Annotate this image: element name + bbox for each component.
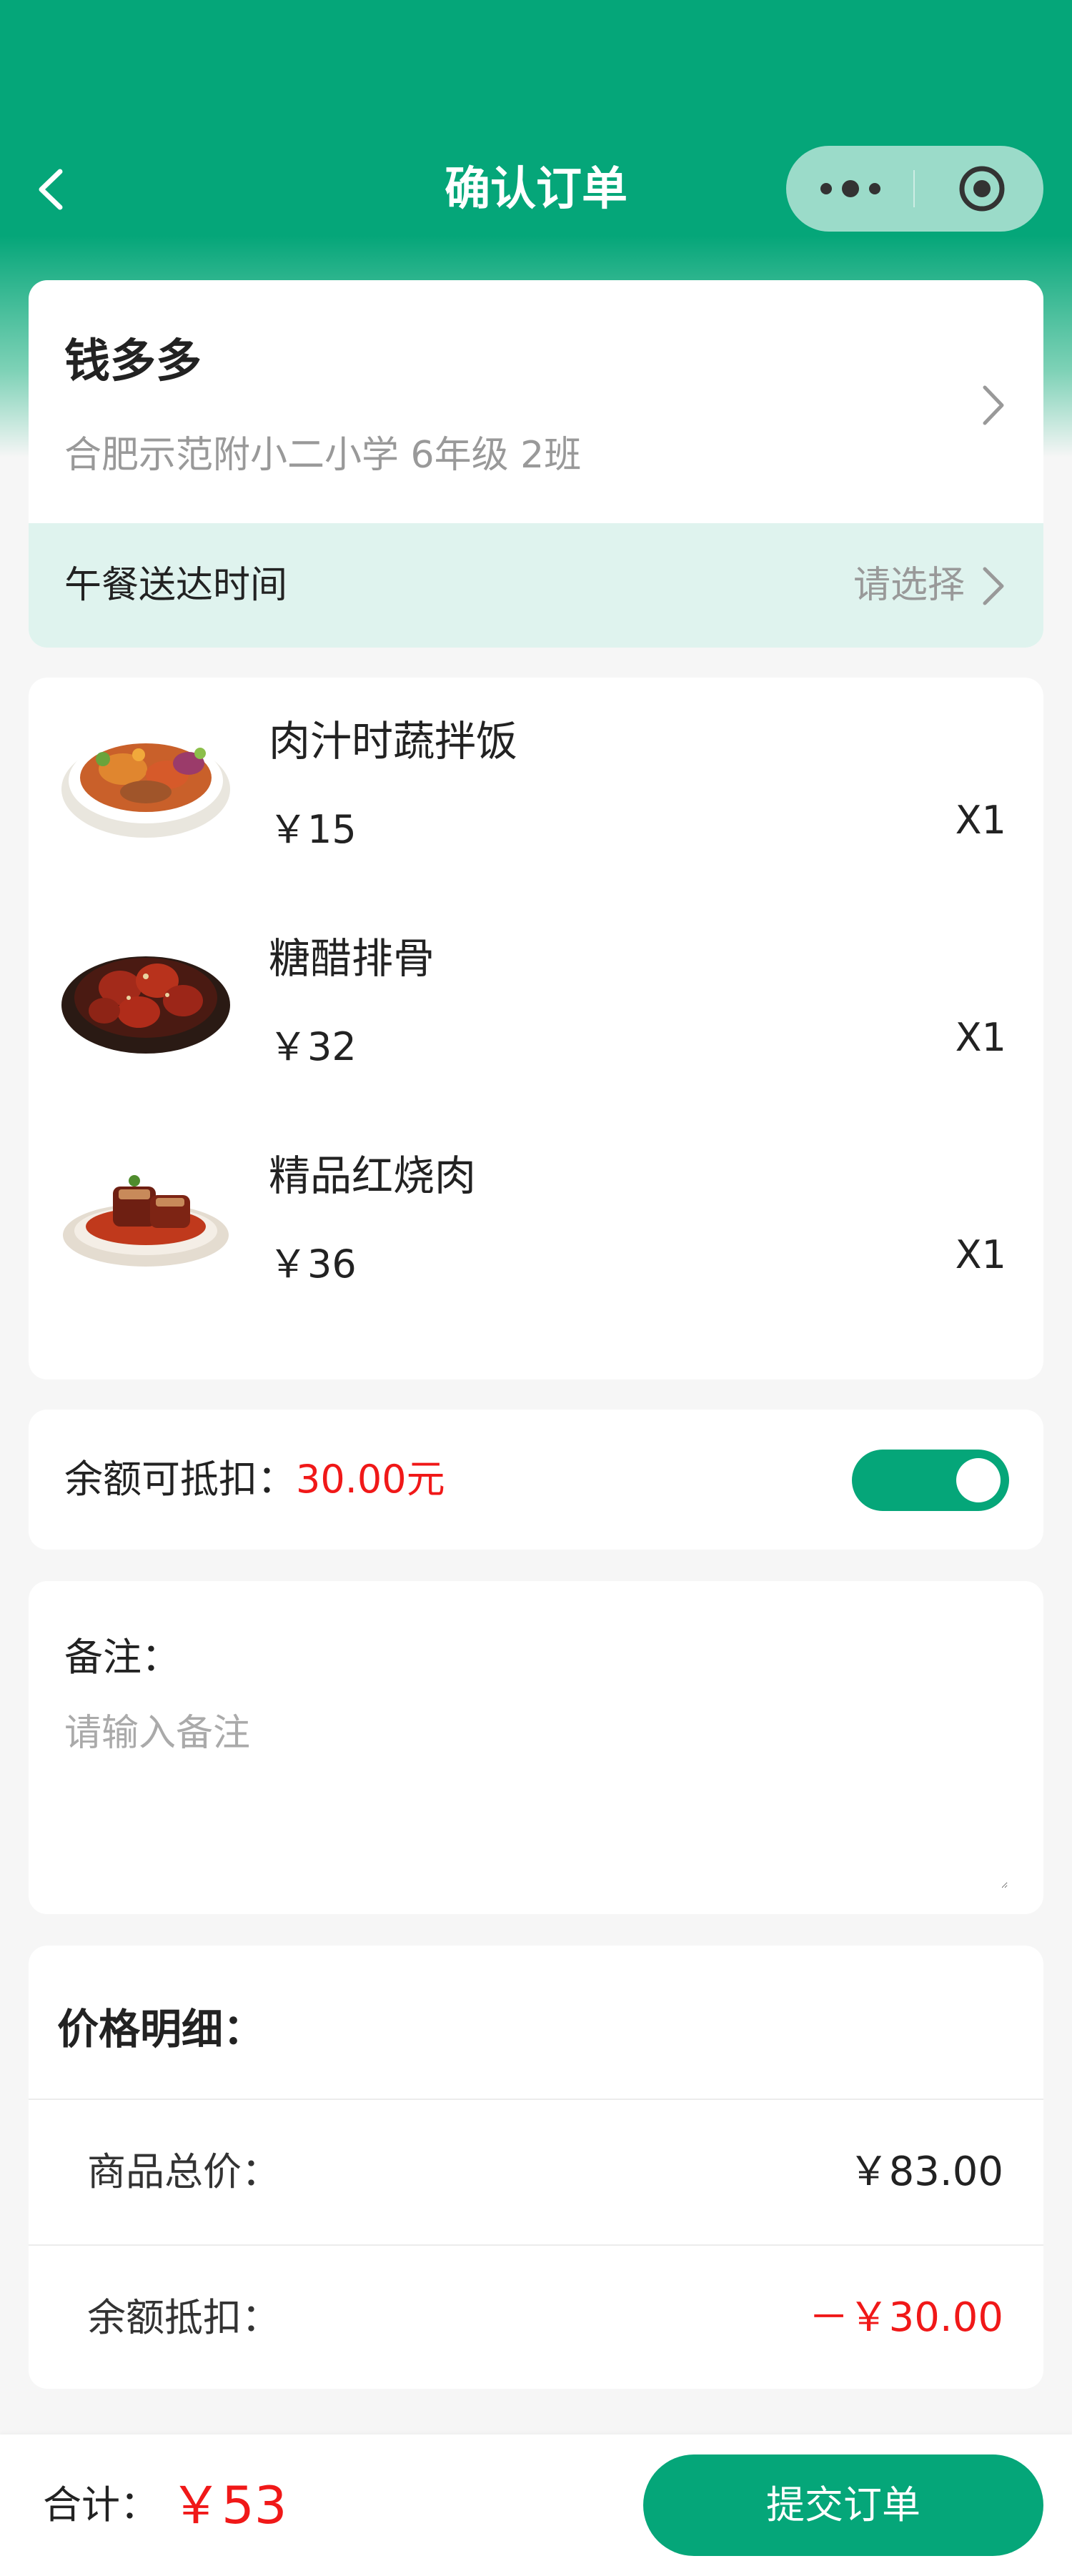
order-item: 精品红烧肉 ￥36 X1	[29, 1112, 1043, 1327]
total-value: ￥53	[170, 2475, 287, 2535]
price-row-label: 商品总价：	[87, 2149, 280, 2194]
delivery-time-label: 午餐送达时间	[64, 564, 288, 607]
chevron-right-icon	[983, 567, 1004, 605]
remark-input[interactable]	[64, 1703, 1008, 1888]
delivery-time-row[interactable]: 午餐送达时间 请选择	[29, 523, 1043, 648]
school-class: 合肥示范附小二小学 6年级 2班	[64, 434, 582, 477]
address-card: 钱多多 合肥示范附小二小学 6年级 2班 午餐送达时间 请选择	[29, 280, 1043, 648]
toggle-knob	[956, 1458, 1001, 1502]
chevron-right-icon	[983, 385, 1004, 425]
back-button[interactable]	[27, 164, 77, 214]
balance-amount: 30.00元	[296, 1457, 445, 1502]
student-name: 钱多多	[64, 335, 202, 388]
dish-quantity: X1	[955, 798, 1006, 843]
price-row-label: 余额抵扣：	[87, 2295, 280, 2340]
price-detail-card: 价格明细： 商品总价： ￥83.00 余额抵扣： －￥30.00	[29, 1946, 1043, 2389]
order-item: 肉汁时蔬拌饭 ￥15 X1	[29, 678, 1043, 892]
dish-price: ￥32	[269, 1024, 357, 1069]
dish-rice-bowl-image	[61, 738, 230, 838]
remark-label: 备注：	[64, 1635, 180, 1680]
price-row-subtotal: 商品总价： ￥83.00	[29, 2100, 1043, 2244]
dish-quantity: X1	[955, 1232, 1006, 1277]
dish-name: 精品红烧肉	[269, 1151, 477, 1200]
dish-braised-pork-image	[63, 1175, 229, 1267]
dish-sweet-sour-ribs-image	[61, 956, 230, 1054]
dish-quantity: X1	[955, 1015, 1006, 1060]
navigation-bar: 确认订单	[0, 136, 1072, 243]
price-row-deduction: 余额抵扣： －￥30.00	[29, 2246, 1043, 2389]
balance-label-text: 余额可抵扣：	[64, 1457, 296, 1502]
dish-name: 糖醋排骨	[269, 934, 435, 983]
delivery-time-value: 请选择	[853, 564, 965, 607]
more-dots-icon	[820, 170, 915, 207]
target-icon	[959, 166, 1005, 212]
price-row-value: －￥30.00	[808, 2294, 1003, 2341]
close-miniprogram-button[interactable]	[915, 146, 1043, 232]
balance-toggle[interactable]	[852, 1450, 1009, 1511]
price-row-value: ￥83.00	[848, 2149, 1003, 2195]
price-detail-title: 价格明细：	[57, 2005, 265, 2054]
remark-card: 备注：	[29, 1581, 1043, 1914]
total-label: 合计：	[43, 2482, 159, 2527]
dish-name: 肉汁时蔬拌饭	[269, 717, 518, 766]
bottom-bar: 合计： ￥53 提交订单	[0, 2434, 1072, 2576]
miniprogram-capsule	[786, 146, 1043, 232]
balance-deduction-card: 余额可抵扣：30.00元	[29, 1410, 1043, 1550]
more-button[interactable]	[786, 146, 915, 232]
submit-order-button[interactable]: 提交订单	[643, 2454, 1043, 2556]
order-item: 糖醋排骨 ￥32 X1	[29, 895, 1043, 1109]
order-items-card: 肉汁时蔬拌饭 ￥15 X1 糖醋排骨 ￥32 X1 精品红烧肉 ￥36 X1	[29, 678, 1043, 1379]
dish-price: ￥15	[269, 807, 357, 852]
balance-deduction-label: 余额可抵扣：30.00元	[64, 1410, 445, 1550]
chevron-left-icon	[39, 169, 63, 210]
dish-price: ￥36	[269, 1242, 357, 1287]
